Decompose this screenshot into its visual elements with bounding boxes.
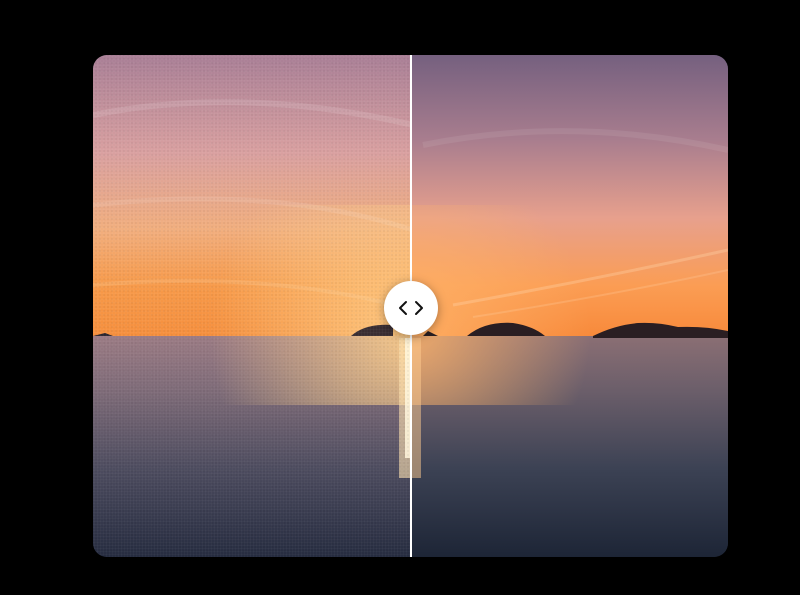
chevron-left-right-icon	[399, 301, 423, 315]
after-image-pane	[411, 55, 728, 557]
before-image-pane	[93, 55, 411, 557]
comparison-slider-handle[interactable]	[384, 281, 438, 335]
sunset-image-after	[411, 55, 728, 557]
sunset-image-before	[93, 55, 411, 557]
page	[0, 0, 800, 595]
before-after-comparison[interactable]	[93, 55, 728, 557]
